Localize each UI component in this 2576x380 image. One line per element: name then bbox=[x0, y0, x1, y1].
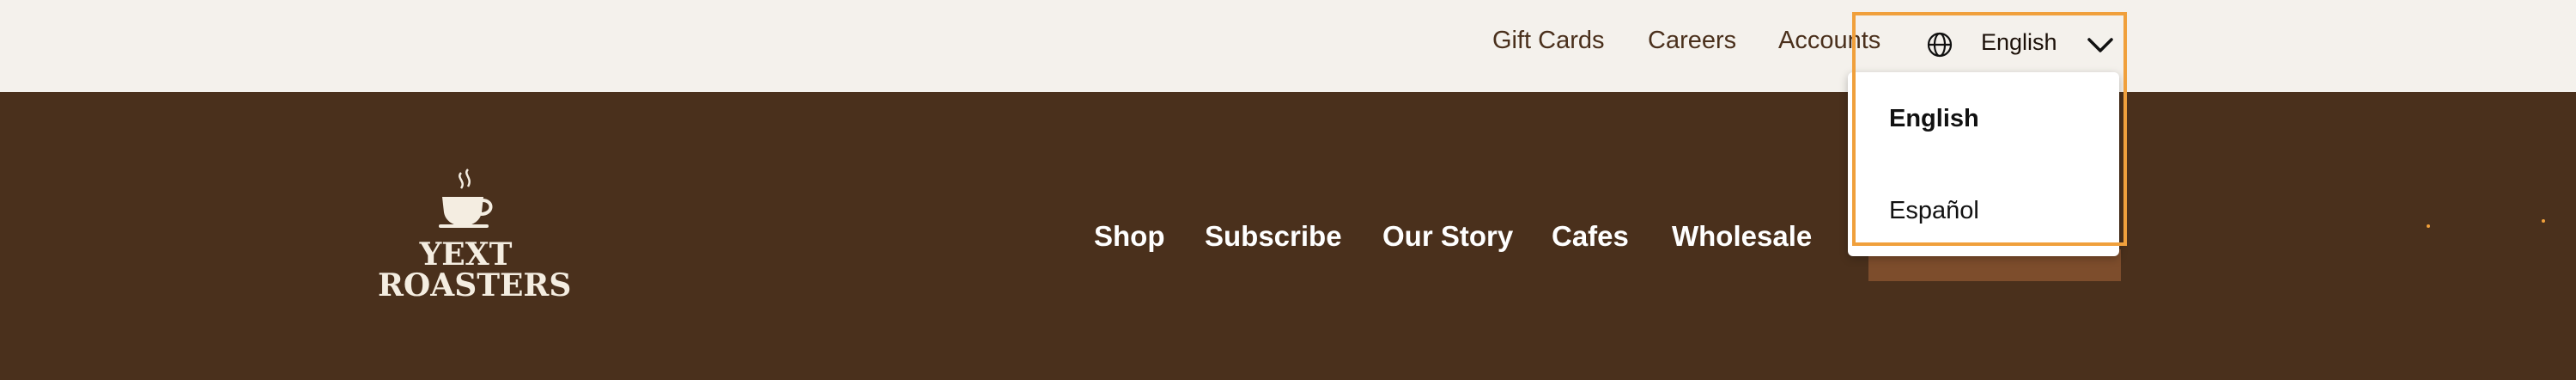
gift-cards-link[interactable]: Gift Cards bbox=[1492, 27, 1605, 55]
utility-bar: Gift Cards Careers Accounts English bbox=[0, 0, 2576, 92]
decorative-dot bbox=[2542, 219, 2545, 223]
brand-name-line1: YEXT bbox=[419, 236, 513, 273]
decorative-dot bbox=[2427, 224, 2430, 228]
nav-cafes[interactable]: Cafes bbox=[1552, 220, 1629, 253]
brand-name-line2: ROASTERS bbox=[378, 267, 572, 303]
nav-wholesale[interactable]: Wholesale bbox=[1672, 220, 1812, 253]
nav-shop[interactable]: Shop bbox=[1094, 220, 1164, 253]
focus-highlight bbox=[1852, 12, 2127, 246]
nav-our-story[interactable]: Our Story bbox=[1382, 220, 1513, 253]
nav-subscribe[interactable]: Subscribe bbox=[1205, 220, 1342, 253]
brand-logo[interactable]: YEXT ROASTERS bbox=[378, 168, 572, 305]
careers-link[interactable]: Careers bbox=[1648, 27, 1736, 55]
coffee-cup-icon bbox=[439, 169, 493, 228]
